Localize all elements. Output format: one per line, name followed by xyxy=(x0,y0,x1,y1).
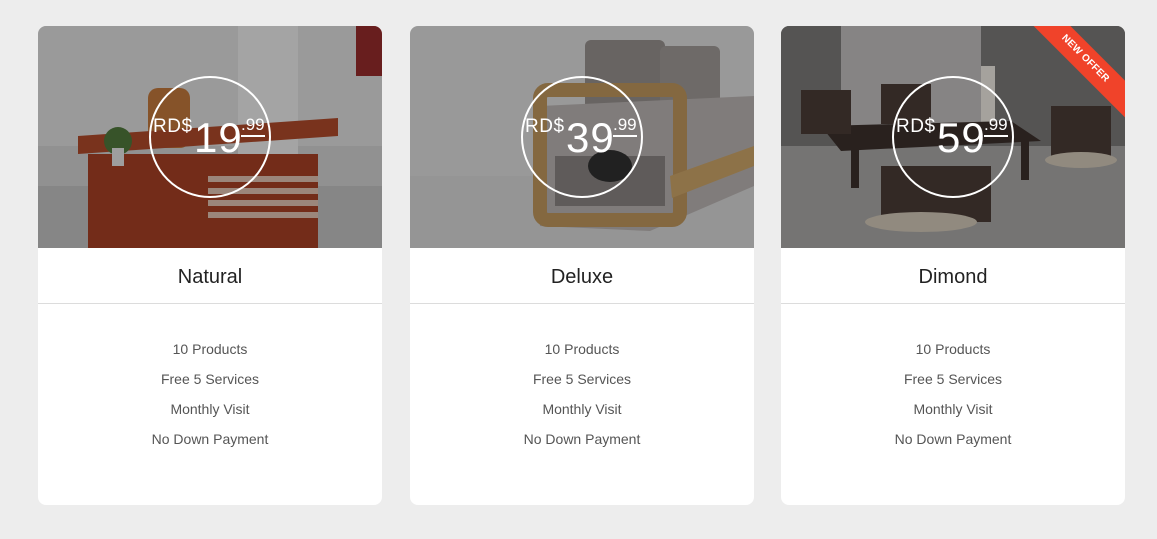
price-currency: RD$ xyxy=(525,116,565,137)
feature-item: Free 5 Services xyxy=(903,371,1003,387)
feature-item: Monthly Visit xyxy=(913,401,993,417)
price-cents: .99 xyxy=(984,116,1008,137)
ribbon-label: NEW OFFER xyxy=(1027,26,1125,121)
pricing-card-deluxe: RD$ 39 .99 Deluxe 10 Products Free 5 Ser… xyxy=(410,26,754,505)
pricing-card-natural: RD$ 19 .99 Natural 10 Products Free 5 Se… xyxy=(38,26,382,505)
price-badge: RD$ 39 .99 xyxy=(521,76,643,198)
feature-list: 10 Products Free 5 Services Monthly Visi… xyxy=(781,304,1125,458)
feature-item: No Down Payment xyxy=(523,431,641,447)
new-offer-ribbon: NEW OFFER xyxy=(1027,26,1125,124)
feature-item: 10 Products xyxy=(915,341,991,357)
price-cents: .99 xyxy=(613,116,637,137)
feature-list: 10 Products Free 5 Services Monthly Visi… xyxy=(410,304,754,458)
plan-title: Deluxe xyxy=(410,248,754,304)
feature-list: 10 Products Free 5 Services Monthly Visi… xyxy=(38,304,382,458)
feature-item: No Down Payment xyxy=(151,431,269,447)
pricing-card-dimond: RD$ 59 .99 NEW OFFER Dimond 10 Products … xyxy=(781,26,1125,505)
feature-item: 10 Products xyxy=(544,341,620,357)
plan-image-sofa: RD$ 39 .99 xyxy=(410,26,754,248)
price-currency: RD$ xyxy=(153,116,193,137)
feature-item: Free 5 Services xyxy=(160,371,260,387)
feature-item: 10 Products xyxy=(172,341,248,357)
feature-item: No Down Payment xyxy=(894,431,1012,447)
price-amount: 59 xyxy=(937,114,986,161)
price-amount: 19 xyxy=(194,114,243,161)
feature-item: Free 5 Services xyxy=(532,371,632,387)
plan-image-office-desk: RD$ 19 .99 xyxy=(38,26,382,248)
price-badge: RD$ 59 .99 xyxy=(892,76,1014,198)
feature-item: Monthly Visit xyxy=(170,401,250,417)
plan-title: Natural xyxy=(38,248,382,304)
feature-item: Monthly Visit xyxy=(542,401,622,417)
plan-image-dining-set: RD$ 59 .99 NEW OFFER xyxy=(781,26,1125,248)
price-amount: 39 xyxy=(566,114,615,161)
price-badge: RD$ 19 .99 xyxy=(149,76,271,198)
price-currency: RD$ xyxy=(896,116,936,137)
price-cents: .99 xyxy=(241,116,265,137)
plan-title: Dimond xyxy=(781,248,1125,304)
